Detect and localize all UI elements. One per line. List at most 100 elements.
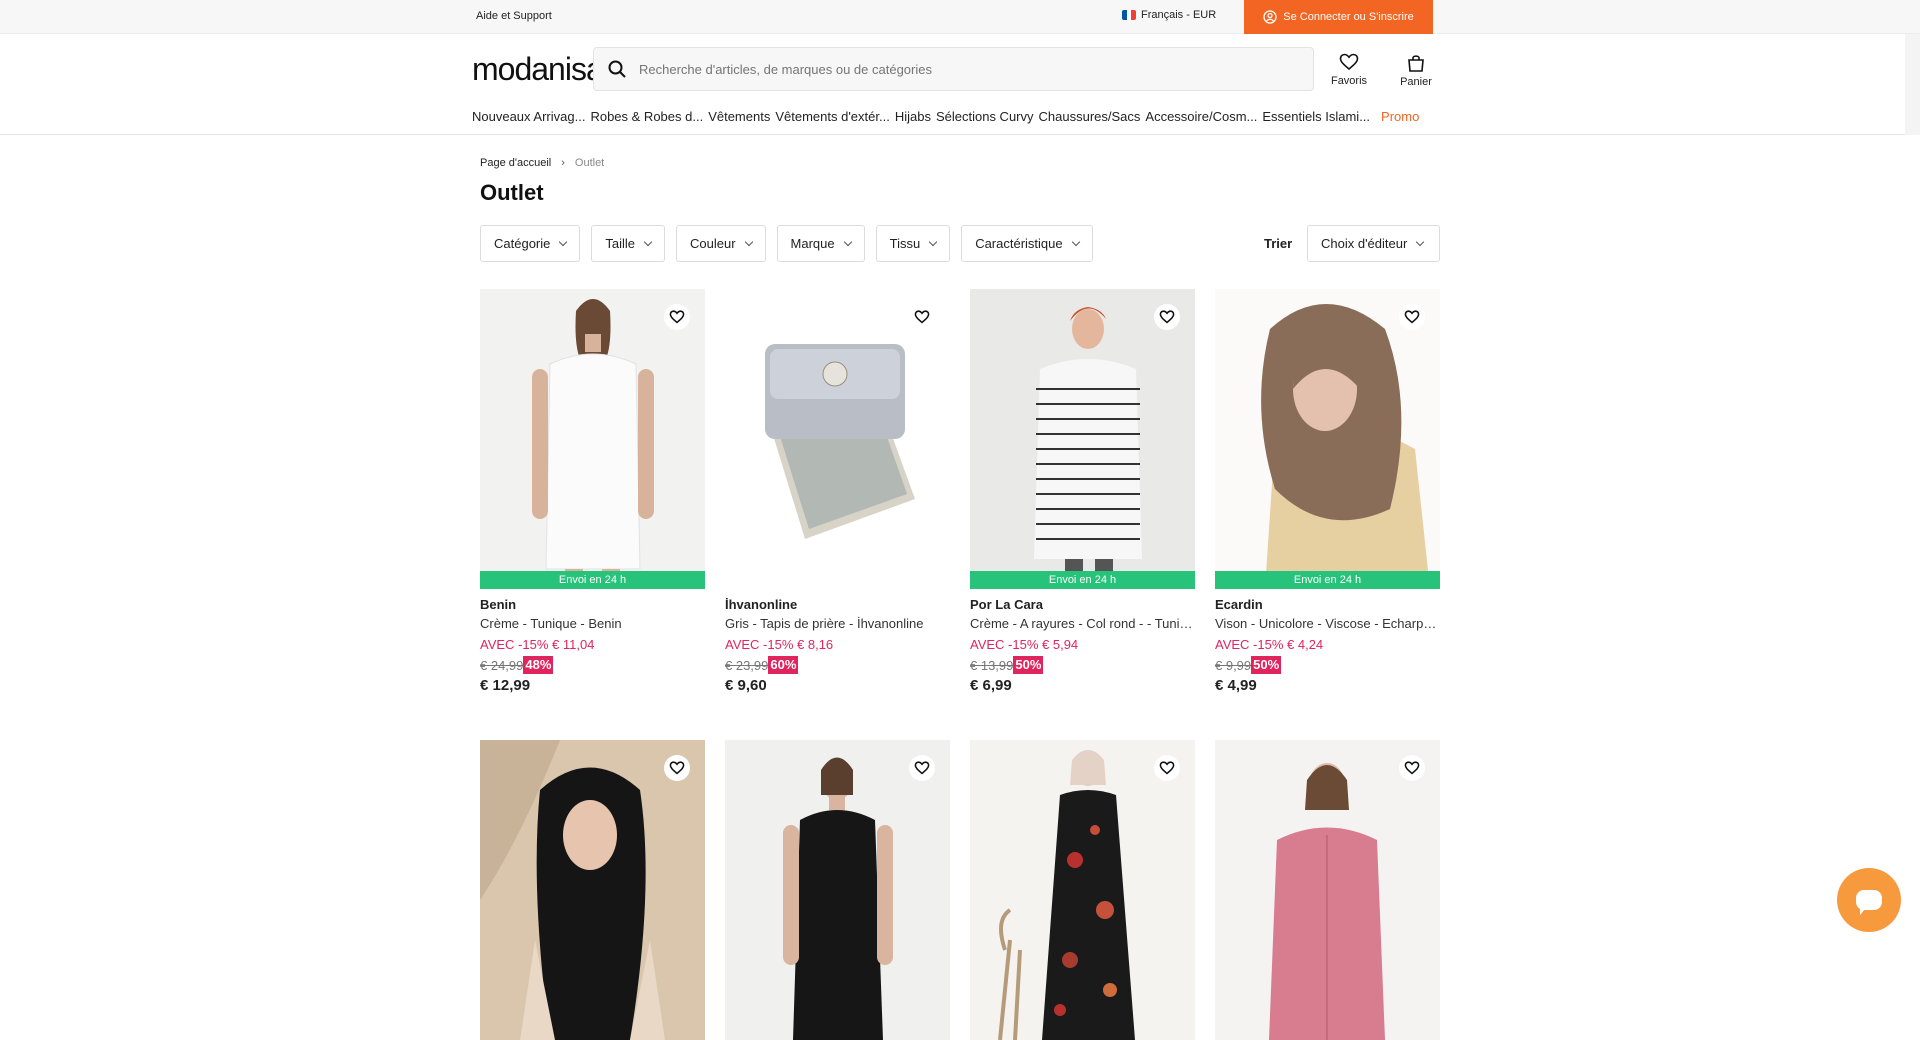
breadcrumb: Page d'accueil › Outlet	[480, 157, 604, 169]
filter-brand[interactable]: Marque	[776, 225, 865, 262]
login-button[interactable]: Se Connecter ou S'inscrire	[1244, 0, 1433, 34]
chevron-down-icon	[1071, 237, 1080, 246]
add-to-favorites-button[interactable]	[1154, 304, 1180, 330]
product-card[interactable]: Envoi en 24 h Por La Cara Crème - A rayu…	[970, 289, 1195, 694]
add-to-favorites-button[interactable]	[1399, 755, 1425, 781]
add-to-favorites-button[interactable]	[1154, 755, 1180, 781]
product-image[interactable]: Envoi en 24 h	[480, 289, 705, 589]
filter-size[interactable]: Taille	[591, 225, 665, 262]
logo[interactable]: modanisa	[472, 51, 604, 88]
discount-badge: 60%	[768, 656, 799, 674]
nav-item-accessories[interactable]: Accessoire/Cosm...	[1145, 109, 1257, 124]
nav-item-curvy[interactable]: Sélections Curvy	[936, 109, 1034, 124]
chat-icon	[1856, 890, 1882, 915]
product-brand: Por La Cara	[970, 597, 1043, 612]
nav-item-hijabs[interactable]: Hijabs	[895, 109, 931, 124]
product-image[interactable]	[1215, 740, 1440, 1040]
main-nav: Nouveaux Arrivag... Robes & Robes d... V…	[472, 109, 1424, 124]
add-to-favorites-button[interactable]	[664, 304, 690, 330]
add-to-favorites-button[interactable]	[1399, 304, 1425, 330]
breadcrumb-current: Outlet	[574, 157, 605, 169]
product-name: Vison - Unicolore - Viscose - Echarpe - …	[1215, 616, 1440, 631]
add-to-favorites-button[interactable]	[909, 304, 935, 330]
nav-item-dresses[interactable]: Robes & Robes d...	[590, 109, 703, 124]
filter-color[interactable]: Couleur	[676, 225, 766, 262]
search-bar[interactable]	[593, 47, 1314, 91]
nav-item-promo[interactable]: Promo	[1381, 109, 1419, 124]
product-brand: İhvanonline	[725, 597, 798, 612]
top-bar: Aide et Support Français - EUR Se Connec…	[0, 0, 1920, 34]
sort-value: Choix d'éditeur	[1321, 236, 1408, 251]
product-image[interactable]	[970, 740, 1195, 1040]
old-price: € 13,99	[970, 657, 1014, 673]
language-label: Français - EUR	[1141, 9, 1217, 21]
nav-item-new[interactable]: Nouveaux Arrivag...	[472, 109, 585, 124]
filter-fabric[interactable]: Tissu	[875, 225, 951, 262]
product-card[interactable]	[970, 740, 1195, 1040]
add-to-favorites-button[interactable]	[664, 755, 690, 781]
heart-icon	[1159, 761, 1175, 775]
search-input[interactable]	[639, 61, 1239, 77]
old-price: € 9,99	[1215, 657, 1252, 673]
chat-button[interactable]	[1837, 868, 1901, 932]
filter-label: Tissu	[889, 236, 921, 251]
nav-item-outerwear[interactable]: Vêtements d'extér...	[775, 109, 890, 124]
product-card[interactable]: İhvanonline Gris - Tapis de prière - İhv…	[725, 289, 950, 694]
search-icon	[608, 60, 626, 78]
filter-feature[interactable]: Caractéristique	[961, 225, 1093, 262]
heart-icon	[1339, 53, 1359, 71]
side-strip	[1905, 34, 1920, 135]
product-image[interactable]: Envoi en 24 h	[1215, 289, 1440, 589]
chevron-down-icon	[744, 237, 753, 246]
favorites-button[interactable]: Favoris	[1324, 53, 1374, 87]
chevron-down-icon	[559, 237, 568, 246]
product-grid: Envoi en 24 h Benin Crème - Tunique - Be…	[480, 289, 1440, 1040]
promo-price: AVEC -15% € 5,94	[970, 637, 1079, 652]
product-card[interactable]	[725, 740, 950, 1040]
language-selector[interactable]: Français - EUR	[1122, 9, 1216, 21]
add-to-favorites-button[interactable]	[909, 755, 935, 781]
breadcrumb-home[interactable]: Page d'accueil	[480, 157, 551, 169]
sort-select[interactable]: Choix d'éditeur	[1307, 225, 1440, 262]
product-image[interactable]: Envoi en 24 h	[970, 289, 1195, 589]
nav-item-clothing[interactable]: Vêtements	[708, 109, 770, 124]
old-price: € 24,99	[480, 657, 524, 673]
product-image[interactable]	[725, 289, 950, 589]
old-price: € 23,99	[725, 657, 769, 673]
product-name: Gris - Tapis de prière - İhvanonline	[725, 616, 924, 631]
help-link[interactable]: Aide et Support	[476, 10, 552, 22]
chevron-down-icon	[1416, 237, 1425, 246]
filter-label: Taille	[605, 236, 635, 251]
sort-label: Trier	[1264, 236, 1293, 251]
user-icon	[1263, 10, 1277, 24]
login-label: Se Connecter ou S'inscrire	[1283, 11, 1414, 23]
discount-badge: 50%	[1013, 656, 1044, 674]
filter-category[interactable]: Catégorie	[480, 225, 581, 262]
filter-label: Marque	[790, 236, 835, 251]
promo-price: AVEC -15% € 4,24	[1215, 637, 1324, 652]
product-name: Crème - A rayures - Col rond - - Tunique…	[970, 616, 1195, 631]
promo-price: AVEC -15% € 8,16	[725, 637, 834, 652]
header: modanisa Favoris Panier Nouveaux Arrivag…	[0, 34, 1920, 135]
product-card[interactable]: Envoi en 24 h Ecardin Vison - Unicolore …	[1215, 289, 1440, 694]
nav-item-shoes-bags[interactable]: Chaussures/Sacs	[1039, 109, 1141, 124]
nav-item-islamic[interactable]: Essentiels Islami...	[1262, 109, 1370, 124]
product-card[interactable]	[480, 740, 705, 1040]
bag-icon	[1408, 55, 1424, 72]
chevron-down-icon	[843, 237, 852, 246]
product-price: € 9,60	[725, 677, 767, 694]
product-image[interactable]	[725, 740, 950, 1040]
filter-bar: Catégorie Taille Couleur Marque Tissu Ca…	[480, 225, 1093, 262]
shipping-badge: Envoi en 24 h	[480, 571, 705, 589]
cart-label: Panier	[1400, 76, 1432, 88]
france-flag-icon	[1122, 10, 1136, 20]
product-card[interactable]	[1215, 740, 1440, 1040]
product-card[interactable]: Envoi en 24 h Benin Crème - Tunique - Be…	[480, 289, 705, 694]
product-image[interactable]	[480, 740, 705, 1040]
filter-label: Caractéristique	[975, 236, 1063, 251]
heart-icon	[669, 761, 685, 775]
page-title: Outlet	[480, 180, 544, 205]
chevron-down-icon	[643, 237, 653, 246]
cart-button[interactable]: Panier	[1391, 53, 1441, 88]
product-price: € 6,99	[970, 677, 1012, 694]
